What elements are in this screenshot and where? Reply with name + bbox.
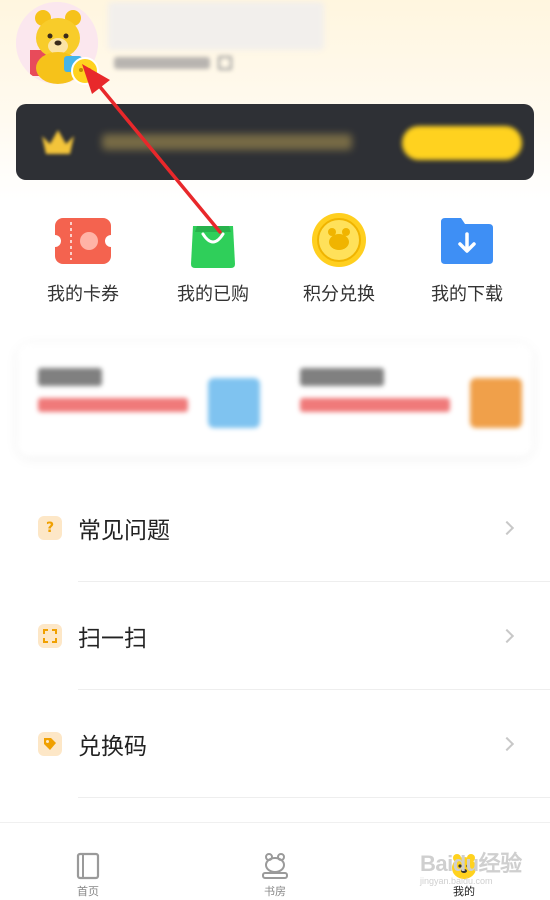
bookshelf-bear-icon [262, 853, 288, 879]
baidu-watermark: Baidu经验 jingyan.baidu.com [420, 846, 532, 890]
edit-icon[interactable] [218, 56, 232, 70]
vip-expiry-blurred [102, 134, 352, 150]
tab-bookshelf[interactable]: 书房 [215, 823, 335, 900]
menu-item-scan[interactable]: 扫一扫 [0, 582, 550, 690]
tag-icon [38, 732, 62, 756]
menu-item-label: 常见问题 [78, 518, 170, 544]
shortcut-label: 积分兑换 [303, 284, 375, 305]
download-folder-icon [441, 218, 493, 264]
shortcut-coupons[interactable]: 我的卡券 [28, 210, 138, 310]
menu-item-faq[interactable]: ? 常见问题 [0, 474, 550, 582]
shopping-bag-icon [191, 226, 235, 268]
tab-label: 首页 [77, 885, 99, 898]
book-icon [76, 852, 100, 880]
yellow-badge-icon [71, 57, 99, 85]
menu-item-redeem[interactable]: 兑换码 [0, 690, 550, 798]
user-subtitle-blurred [114, 52, 244, 74]
vip-renew-button-blurred[interactable] [402, 126, 522, 160]
chevron-right-icon [499, 628, 515, 644]
chevron-right-icon [499, 736, 515, 752]
coupon-icon [53, 218, 113, 264]
divider [78, 797, 550, 798]
username-blurred [108, 2, 324, 50]
promo-cards-blurred[interactable] [18, 344, 532, 456]
shortcut-label: 我的卡券 [47, 284, 119, 305]
tab-home[interactable]: 首页 [28, 823, 148, 900]
menu-item-label: 兑换码 [78, 734, 147, 760]
tab-label: 书房 [264, 885, 286, 898]
chevron-right-icon [499, 520, 515, 536]
vip-banner[interactable] [16, 104, 534, 180]
shortcut-purchased[interactable]: 我的已购 [158, 210, 268, 310]
coin-icon [312, 213, 366, 267]
shortcut-points[interactable]: 积分兑换 [284, 210, 394, 310]
crown-icon [42, 130, 74, 154]
settings-menu: ? 常见问题 扫一扫 兑换码 [0, 474, 550, 798]
menu-item-label: 扫一扫 [78, 626, 147, 652]
shortcut-label: 我的下载 [431, 284, 503, 305]
promo-image [470, 378, 522, 428]
promo-image [208, 378, 260, 428]
shortcut-downloads[interactable]: 我的下载 [412, 210, 522, 310]
scan-icon [38, 624, 62, 648]
watermark-line1: Baidu经验 [420, 851, 522, 876]
question-icon: ? [38, 516, 62, 540]
shortcut-label: 我的已购 [177, 284, 249, 305]
shortcut-grid: 我的卡券 我的已购 积分兑换 我的下载 [0, 210, 550, 310]
